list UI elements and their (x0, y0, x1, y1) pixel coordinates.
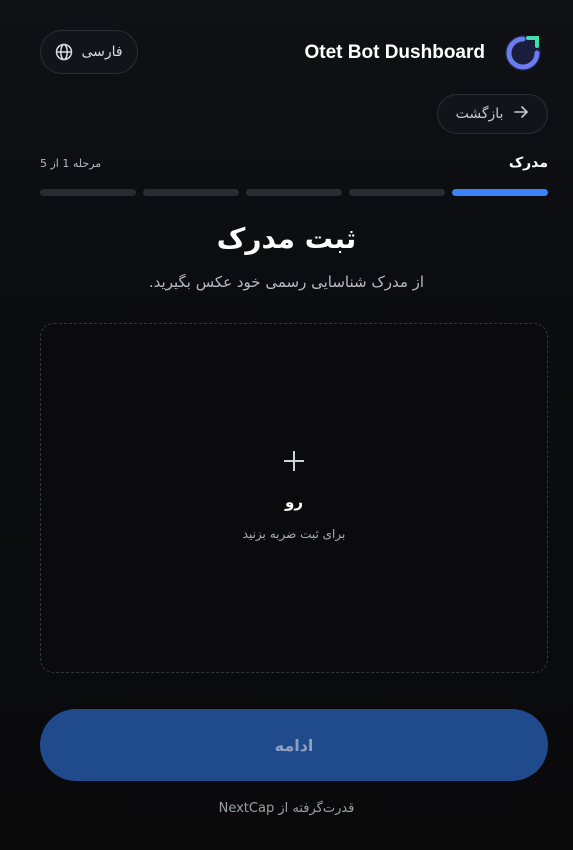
ring-logo-icon (501, 31, 545, 75)
back-label: بازگشت (455, 106, 504, 122)
arrow-right-icon (513, 104, 529, 124)
progress-segment (40, 189, 136, 196)
upload-side-label: رو (285, 493, 303, 511)
back-button[interactable]: بازگشت (437, 94, 548, 134)
progress-segment (143, 189, 239, 196)
brand: Otet Bot Dushboard (305, 30, 546, 76)
step-counter: مرحله 1 از 5 (40, 157, 102, 170)
upload-hint: برای ثبت ضربه بزنید (242, 527, 346, 541)
page-subtitle: از مدرک شناسایی رسمی خود عکس بگیرید. (148, 273, 425, 291)
brand-name: Otet Bot Dushboard (304, 42, 486, 63)
powered-by-footer: قدرت‌گرفته از NextCap (218, 801, 355, 816)
globe-icon (55, 43, 73, 61)
document-upload-dropzone[interactable]: رو برای ثبت ضربه بزنید (40, 323, 548, 673)
progress-bar (40, 189, 548, 197)
step-name: مدرک (508, 155, 548, 171)
language-label: فارسی (81, 44, 123, 60)
language-switcher-button[interactable]: فارسی (40, 30, 138, 74)
progress-segment (349, 189, 445, 196)
header: فارسی Otet Bot Dushboard (40, 30, 545, 76)
page-title: ثبت مدرک (216, 222, 357, 255)
plus-icon (284, 451, 304, 471)
progress-segment-active (452, 189, 548, 196)
progress-segment (246, 189, 342, 196)
step-indicator: مدرک مرحله 1 از 5 (40, 155, 548, 175)
continue-button[interactable]: ادامه (40, 709, 548, 781)
